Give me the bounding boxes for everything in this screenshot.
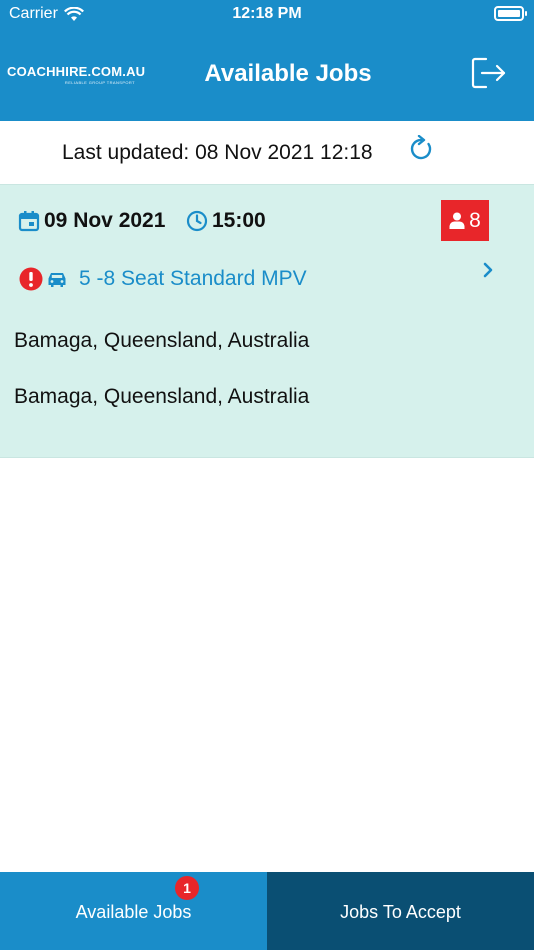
job-date: 09 Nov 2021 bbox=[18, 209, 165, 233]
clock-icon bbox=[186, 210, 208, 232]
job-time: 15:00 bbox=[186, 209, 266, 233]
pickup-location: Bamaga, Queensland, Australia bbox=[14, 329, 310, 352]
job-time-text: 15:00 bbox=[212, 209, 266, 232]
available-jobs-badge: 1 bbox=[175, 876, 199, 900]
top-header: Carrier 12:18 PM COACHHIRE.COM.AU RELIAB… bbox=[0, 0, 534, 121]
logout-icon[interactable] bbox=[470, 56, 508, 90]
status-bar: Carrier 12:18 PM bbox=[0, 0, 534, 30]
passenger-count-badge: 8 bbox=[441, 200, 489, 241]
last-updated-text: Last updated: 08 Nov 2021 12:18 bbox=[62, 141, 373, 164]
tab-available-jobs[interactable]: Available Jobs 1 bbox=[0, 872, 267, 950]
battery-icon bbox=[494, 6, 527, 21]
page-title: Available Jobs bbox=[204, 60, 372, 87]
tab-available-jobs-label: Available Jobs bbox=[75, 902, 192, 922]
tab-jobs-to-accept-label: Jobs To Accept bbox=[340, 902, 461, 922]
dropoff-location: Bamaga, Queensland, Australia bbox=[14, 385, 310, 408]
vehicle-type: 5 -8 Seat Standard MPV bbox=[79, 267, 307, 290]
car-icon bbox=[48, 273, 66, 287]
alert-icon bbox=[19, 267, 43, 291]
job-date-text: 09 Nov 2021 bbox=[44, 209, 166, 232]
last-updated-row: Last updated: 08 Nov 2021 12:18 bbox=[0, 121, 534, 184]
vehicle-row: 5 -8 Seat Standard MPV bbox=[19, 267, 307, 291]
passenger-count: 8 bbox=[469, 208, 481, 232]
bottom-tab-bar: Available Jobs 1 Jobs To Accept bbox=[0, 872, 534, 950]
tab-jobs-to-accept[interactable]: Jobs To Accept bbox=[267, 872, 534, 950]
person-icon bbox=[449, 212, 465, 229]
clock-time: 12:18 PM bbox=[232, 5, 302, 22]
chevron-right-icon[interactable] bbox=[480, 261, 496, 279]
job-card[interactable]: 09 Nov 2021 15:00 8 5 -8 Seat Standard M… bbox=[0, 184, 534, 458]
refresh-icon[interactable] bbox=[408, 135, 434, 163]
calendar-icon bbox=[18, 211, 40, 232]
